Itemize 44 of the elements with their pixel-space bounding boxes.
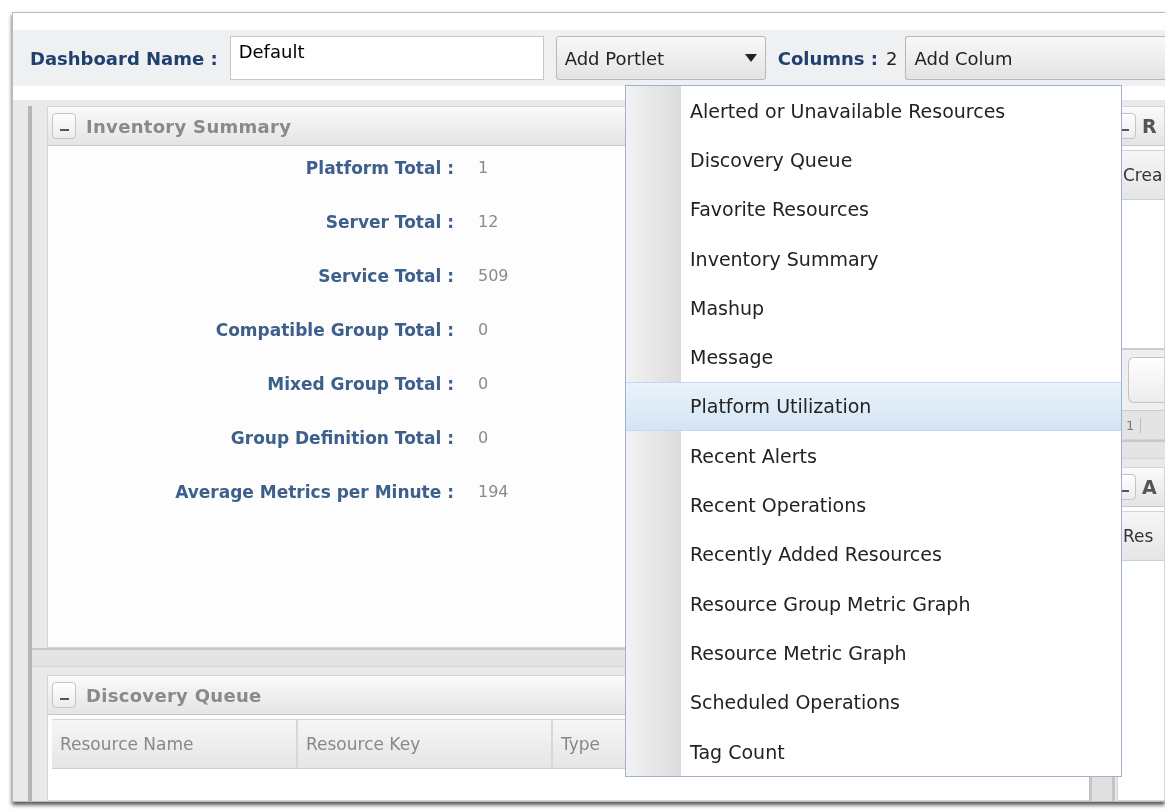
- summary-value: 1: [478, 158, 490, 179]
- summary-value: 0: [478, 374, 490, 395]
- columns-value: 2: [886, 47, 898, 69]
- menu-item[interactable]: Message: [626, 332, 1121, 382]
- summary-label: Platform Total :: [304, 158, 454, 180]
- caret-icon: [744, 54, 757, 62]
- summary-label: Average Metrics per Minute :: [174, 482, 454, 504]
- portlet-title: A: [1142, 476, 1157, 498]
- summary-value: 0: [478, 320, 490, 341]
- dashboard-name-field[interactable]: Default: [229, 36, 544, 80]
- menu-item[interactable]: Recent Alerts: [626, 431, 1121, 481]
- menu-item[interactable]: Recent Operations: [626, 480, 1121, 530]
- summary-label: Compatible Group Total :: [214, 320, 454, 342]
- menu-item[interactable]: Favorite Resources: [626, 184, 1121, 234]
- page-number[interactable]: 1: [1126, 417, 1142, 433]
- portlet-title: Discovery Queue: [86, 684, 262, 706]
- minimize-button[interactable]: [52, 113, 76, 139]
- menu-item[interactable]: Recently Added Resources: [626, 529, 1121, 579]
- portlet-title: R: [1142, 115, 1157, 137]
- menu-item[interactable]: Scheduled Operations: [626, 677, 1121, 727]
- add-columns-button[interactable]: Add Colum: [905, 36, 1165, 80]
- field-label: Dashboard Name :: [30, 47, 218, 69]
- menu-item[interactable]: Resource Metric Graph: [626, 628, 1121, 678]
- column-header[interactable]: Res: [1118, 512, 1164, 560]
- menu-item[interactable]: Alerted or Unavailable Resources: [626, 86, 1121, 136]
- field-label: Columns :: [777, 47, 878, 69]
- menu-item[interactable]: Inventory Summary: [626, 233, 1121, 284]
- menu-item[interactable]: Discovery Queue: [626, 135, 1121, 185]
- summary-label: Mixed Group Total :: [266, 374, 454, 396]
- add-portlet-dropdown[interactable]: Add Portlet: [555, 36, 766, 80]
- summary-value: 194: [478, 482, 509, 503]
- menu-item[interactable]: Tag Count: [626, 726, 1121, 777]
- menu-item[interactable]: Mashup: [626, 283, 1121, 333]
- summary-value: 509: [478, 266, 509, 287]
- column-header[interactable]: Crea: [1118, 151, 1164, 199]
- summary-label: Server Total :: [324, 212, 454, 234]
- menu-item[interactable]: Resource Group Metric Graph: [626, 578, 1121, 629]
- summary-value: 12: [478, 212, 500, 233]
- menu-item[interactable]: Platform Utilization: [626, 381, 1121, 432]
- summary-label: Service Total :: [317, 266, 454, 288]
- portlet-title: Inventory Summary: [86, 115, 292, 137]
- minimize-button[interactable]: [52, 682, 76, 708]
- summary-value: 0: [478, 428, 490, 449]
- summary-label: Group Definition Total :: [229, 428, 454, 450]
